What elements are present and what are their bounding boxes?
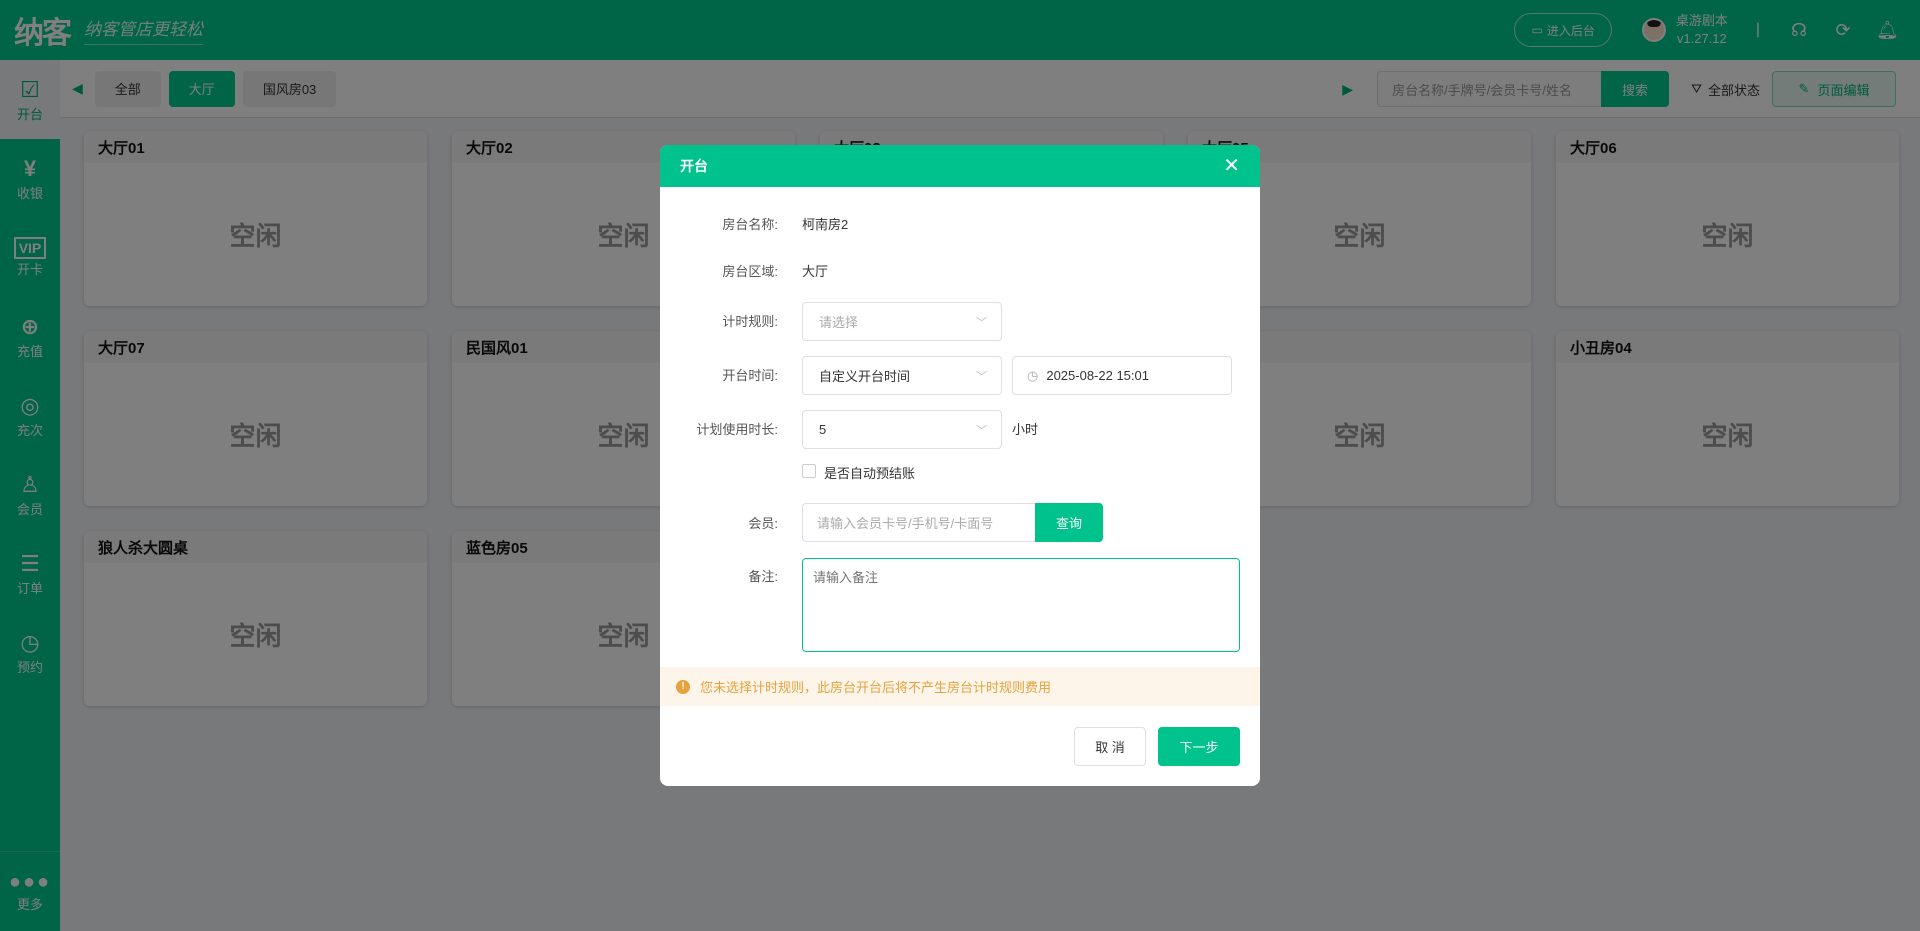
timing-rule-select[interactable]: 请选择 ﹀ (802, 302, 1002, 341)
remark-textarea[interactable] (802, 558, 1240, 652)
open-time-mode-value: 自定义开台时间 (819, 369, 911, 384)
duration-label: 计划使用时长: (696, 422, 778, 437)
member-label: 会员: (748, 516, 778, 531)
chevron-down-icon: ﹀ (976, 370, 987, 383)
area-label: 房台区域: (722, 264, 778, 279)
open-time-value: 2025-08-22 15:01 (1046, 368, 1149, 383)
chevron-down-icon: ﹀ (976, 424, 987, 437)
rule-label: 计时规则: (722, 314, 778, 329)
warning-bar: ! 您未选择计时规则，此房台开台后将不产生房台计时规则费用 (660, 667, 1260, 706)
room-name-label: 房台名称: (722, 217, 778, 232)
member-input[interactable]: 请输入会员卡号/手机号/卡面号 (802, 503, 1035, 542)
auto-checkout-label: 是否自动预结账 (824, 466, 916, 481)
cancel-button[interactable]: 取 消 (1074, 727, 1146, 766)
auto-checkout-checkbox[interactable] (802, 464, 816, 478)
rule-placeholder: 请选择 (819, 315, 859, 330)
warning-text: 您未选择计时规则，此房台开台后将不产生房台计时规则费用 (700, 680, 1052, 695)
close-icon[interactable]: ✕ (1223, 153, 1240, 178)
open-table-dialog: 开台 ✕ 房台名称: 柯南房2 房台区域: 大厅 计时规则: 请选择 ﹀ 开台时间… (660, 145, 1260, 786)
query-button[interactable]: 查询 (1035, 503, 1103, 542)
room-name-value: 柯南房2 (802, 217, 849, 232)
next-step-button[interactable]: 下一步 (1158, 727, 1240, 766)
duration-select[interactable]: 5 ﹀ (802, 410, 1002, 449)
dialog-title: 开台 (660, 145, 1260, 187)
duration-unit: 小时 (1012, 422, 1039, 437)
duration-value: 5 (819, 422, 827, 437)
clock-icon: ◷ (1027, 367, 1039, 383)
open-time-label: 开台时间: (722, 368, 778, 383)
warning-icon: ! (676, 679, 690, 694)
area-value: 大厅 (802, 264, 829, 279)
open-time-mode-select[interactable]: 自定义开台时间 ﹀ (802, 356, 1002, 395)
open-time-picker[interactable]: ◷ 2025-08-22 15:01 (1012, 356, 1232, 395)
chevron-down-icon: ﹀ (976, 316, 987, 329)
remark-label: 备注: (748, 569, 778, 584)
